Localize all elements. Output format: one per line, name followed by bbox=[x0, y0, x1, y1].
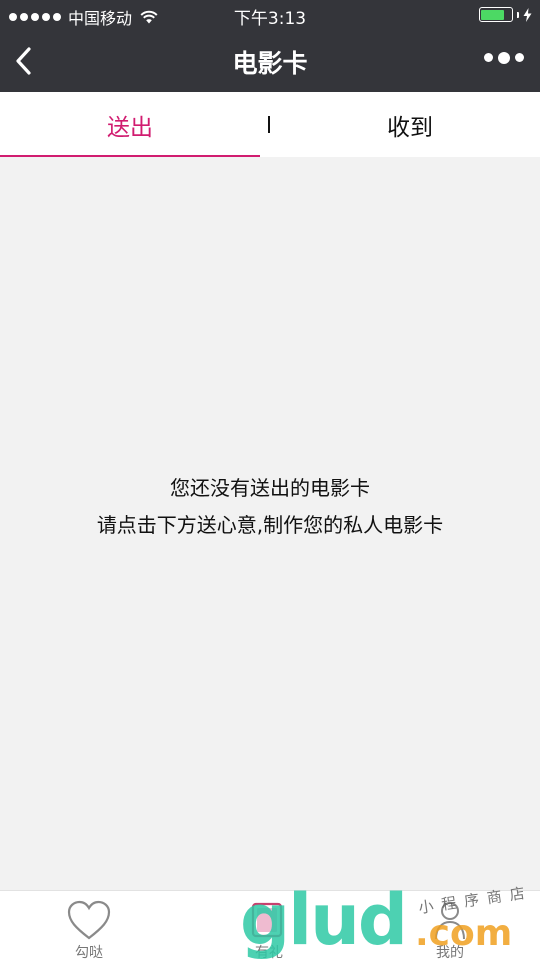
gift-icon bbox=[251, 902, 283, 938]
tabbar-item-youli[interactable]: 有礼 bbox=[214, 891, 324, 960]
status-right bbox=[478, 7, 533, 22]
charging-bolt-icon bbox=[523, 7, 532, 22]
empty-state-line2: 请点击下方送心意,制作您的私人电影卡 bbox=[96, 513, 444, 537]
status-bar: 中国移动 下午3:13 bbox=[0, 0, 540, 30]
tabbar-item-me[interactable]: 我的 bbox=[395, 891, 505, 960]
tab-bar: 送出 收到 bbox=[0, 92, 540, 157]
tab-received[interactable]: 收到 bbox=[280, 92, 540, 157]
empty-state: 您还没有送出的电影卡 请点击下方送心意,制作您的私人电影卡 bbox=[0, 470, 540, 544]
tabbar-label: 有礼 bbox=[255, 945, 283, 960]
tab-sent[interactable]: 送出 bbox=[0, 92, 260, 157]
heart-icon bbox=[67, 900, 111, 940]
battery-level bbox=[481, 9, 505, 20]
bottom-tab-bar: 勾哒 有礼 我的 bbox=[0, 890, 540, 960]
page-title: 电影卡 bbox=[232, 49, 308, 78]
status-time: 下午3:13 bbox=[233, 9, 307, 29]
tabbar-label: 我的 bbox=[436, 945, 464, 960]
navigation-bar: 电影卡 bbox=[0, 30, 540, 92]
battery-tip bbox=[516, 11, 519, 18]
tabbar-item-goda[interactable]: 勾哒 bbox=[34, 891, 144, 960]
battery-icon bbox=[478, 7, 513, 22]
user-icon bbox=[435, 902, 465, 940]
tab-divider bbox=[268, 116, 270, 133]
tabbar-label: 勾哒 bbox=[75, 945, 103, 960]
empty-state-line1: 您还没有送出的电影卡 bbox=[170, 476, 370, 500]
more-dots-icon[interactable] bbox=[484, 51, 524, 64]
